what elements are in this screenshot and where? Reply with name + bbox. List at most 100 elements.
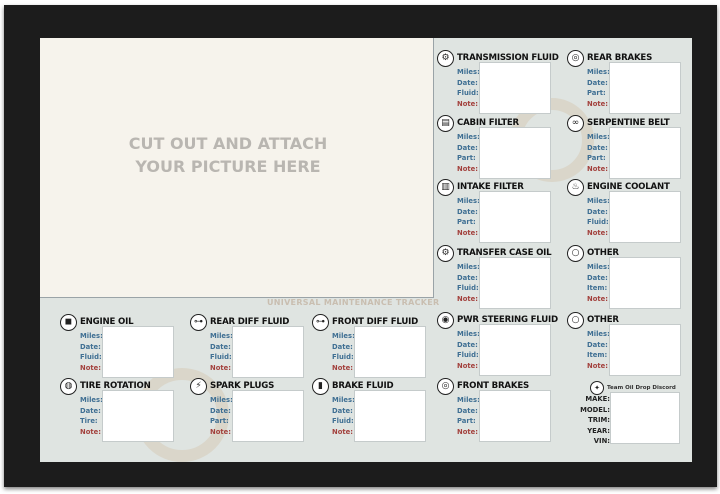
entry-box[interactable] <box>609 191 681 243</box>
card-transfer-case-oil: ⚙ TRANSFER CASE OIL Miles: Date: Fluid: Note: <box>437 243 563 309</box>
field-label: Fluid: <box>457 284 479 292</box>
card-rear-brakes: ◎ REAR BRAKES Miles: Date: Part: Note: <box>567 48 692 114</box>
field-label: Note: <box>210 427 231 436</box>
maintenance-board: CUT OUT AND ATTACH YOUR PICTURE HERE UNI… <box>40 38 692 462</box>
field-label: Note: <box>587 361 608 370</box>
field-label: Date: <box>457 143 478 152</box>
field-label: Date: <box>210 406 231 415</box>
field-label: Fluid: <box>457 89 479 97</box>
field-label: Miles: <box>457 263 480 271</box>
field-label: Miles: <box>587 330 610 338</box>
field-label: Fluid: <box>210 353 232 361</box>
entry-box[interactable] <box>102 326 174 378</box>
field-label: Note: <box>457 427 478 436</box>
field-label: Part: <box>457 154 476 162</box>
field-label: Note: <box>587 294 608 303</box>
field-label: Miles: <box>587 68 610 76</box>
card-engine-oil: ◼ ENGINE OIL Miles: Date: Fluid: Note: <box>60 312 186 378</box>
card-brake-fluid: ▮ BRAKE FLUID Miles: Date: Fluid: Note: <box>312 376 438 442</box>
axle-icon: ⊶ <box>190 313 207 331</box>
field-label: Date: <box>587 207 608 216</box>
field-label: Fluid: <box>80 353 102 361</box>
field-label: Note: <box>332 363 353 372</box>
vehicle-card: ✦ Team Oil Drop Discord MAKE: MODEL: TRI… <box>580 378 692 445</box>
field-label: Date: <box>587 340 608 349</box>
card-pwr-steering-fluid: ◉ PWR STEERING FLUID Miles: Date: Fluid: Note… <box>437 310 563 376</box>
entry-box[interactable] <box>479 191 551 243</box>
vehicle-info-box[interactable] <box>610 392 680 444</box>
entry-box[interactable] <box>609 324 681 376</box>
photo-line-1: CUT OUT AND ATTACH <box>128 134 328 153</box>
tire-icon: ◍ <box>60 377 77 395</box>
cabin-filter-icon: ▤ <box>437 114 454 132</box>
field-label: Date: <box>457 207 478 216</box>
card-front-brakes: ◎ FRONT BRAKES Miles: Date: Part: Note: <box>437 376 563 442</box>
vehicle-label-vin: VIN: <box>593 437 610 445</box>
field-label: Note: <box>80 427 101 436</box>
card-other: ○ OTHER Miles: Date: Item: Note: <box>567 310 692 376</box>
field-label: Miles: <box>587 263 610 271</box>
card-tire-rotation: ◍ TIRE ROTATION Miles: Date: Tire: Note: <box>60 376 186 442</box>
entry-box[interactable] <box>479 62 551 114</box>
photo-instruction: CUT OUT AND ATTACH YOUR PICTURE HERE <box>40 132 416 178</box>
air-filter-icon: ▥ <box>437 178 454 196</box>
field-label: Note: <box>210 363 231 372</box>
card-front-diff-fluid: ⊶ FRONT DIFF FLUID Miles: Date: Fluid: Note: <box>312 312 438 378</box>
field-label: Part: <box>587 89 606 97</box>
field-label: Date: <box>587 273 608 282</box>
entry-box[interactable] <box>232 390 304 442</box>
field-label: Note: <box>457 99 478 108</box>
field-label: Miles: <box>210 332 233 340</box>
card-intake-filter: ▥ INTAKE FILTER Miles: Date: Part: Note: <box>437 177 563 243</box>
entry-box[interactable] <box>609 257 681 309</box>
field-label: Note: <box>457 294 478 303</box>
card-rear-diff-fluid: ⊶ REAR DIFF FLUID Miles: Date: Fluid: Note: <box>190 312 316 378</box>
tracker-title: UNIVERSAL MAINTENANCE TRACKER <box>267 298 440 307</box>
field-label: Fluid: <box>332 353 354 361</box>
field-label: Miles: <box>587 197 610 205</box>
entry-box[interactable] <box>479 390 551 442</box>
card-other: ○ OTHER Miles: Date: Item: Note: <box>567 243 692 309</box>
card-spark-plugs: ⚡ SPARK PLUGS Miles: Date: Part: Note: <box>190 376 316 442</box>
field-label: Date: <box>80 342 101 351</box>
field-label: Date: <box>587 143 608 152</box>
field-label: Date: <box>332 342 353 351</box>
entry-box[interactable] <box>232 326 304 378</box>
field-label: Note: <box>457 164 478 173</box>
field-label: Miles: <box>210 396 233 404</box>
field-label: Fluid: <box>332 417 354 425</box>
field-label: Miles: <box>332 332 355 340</box>
entry-box[interactable] <box>354 326 426 378</box>
field-label: Miles: <box>457 197 480 205</box>
team-logo-icon: ✦ <box>590 381 604 395</box>
field-label: Date: <box>457 406 478 415</box>
brake-disc-icon: ◎ <box>567 49 584 67</box>
field-label: Miles: <box>80 332 103 340</box>
entry-box[interactable] <box>479 324 551 376</box>
entry-box[interactable] <box>354 390 426 442</box>
entry-box[interactable] <box>479 127 551 179</box>
field-label: Note: <box>332 427 353 436</box>
field-label: Fluid: <box>457 351 479 359</box>
field-label: Part: <box>587 154 606 162</box>
entry-box[interactable] <box>102 390 174 442</box>
vehicle-label-make: MAKE: <box>585 395 610 403</box>
entry-box[interactable] <box>479 257 551 309</box>
entry-box[interactable] <box>609 127 681 179</box>
field-label: Part: <box>457 417 476 425</box>
entry-box[interactable] <box>609 62 681 114</box>
field-label: Note: <box>457 228 478 237</box>
photo-placeholder: CUT OUT AND ATTACH YOUR PICTURE HERE <box>40 38 434 298</box>
card-engine-coolant: ♨ ENGINE COOLANT Miles: Date: Fluid: Note: <box>567 177 692 243</box>
field-label: Note: <box>80 363 101 372</box>
field-label: Date: <box>332 406 353 415</box>
axle-icon: ⊶ <box>312 313 329 331</box>
field-label: Part: <box>210 417 229 425</box>
field-label: Miles: <box>587 133 610 141</box>
ring-icon: ○ <box>567 311 584 329</box>
field-label: Date: <box>457 340 478 349</box>
card-cabin-filter: ▤ CABIN FILTER Miles: Date: Part: Note: <box>437 113 563 179</box>
ring-icon: ○ <box>567 244 584 262</box>
brand-name: Team Oil Drop Discord <box>607 385 676 391</box>
field-label: Item: <box>587 351 608 359</box>
